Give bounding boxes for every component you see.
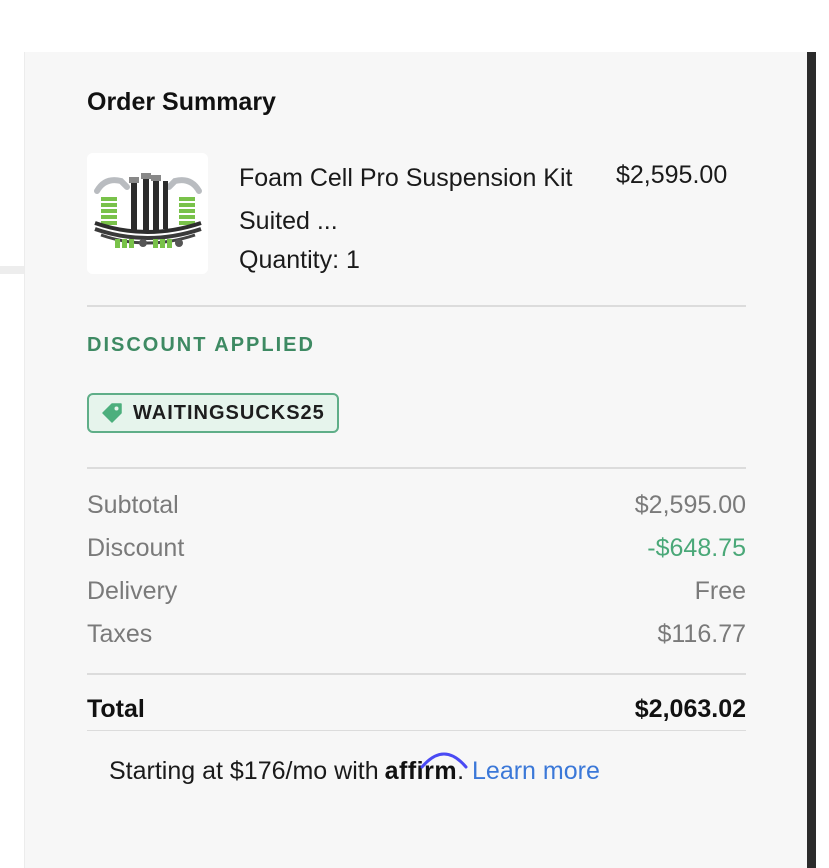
item-name: Foam Cell Pro Suspension Kit Suited ... xyxy=(239,164,573,235)
item-quantity: Quantity: 1 xyxy=(239,246,360,274)
discount-value: -$648.75 xyxy=(647,534,746,562)
divider xyxy=(87,305,746,307)
affirm-arc-icon xyxy=(420,752,468,769)
item-price: $2,595.00 xyxy=(616,161,728,189)
financing-message: Starting at $176/mo with affirm . Learn … xyxy=(109,752,600,786)
discount-row: Discount -$648.75 xyxy=(87,534,746,570)
total-row: Total $2,063.02 xyxy=(87,695,746,731)
tag-icon xyxy=(102,403,122,423)
subtotal-value: $2,595.00 xyxy=(634,491,746,519)
taxes-value: $116.77 xyxy=(657,620,746,648)
divider xyxy=(87,467,746,469)
suspension-kit-image xyxy=(87,153,208,274)
line-item: Foam Cell Pro Suspension Kit Suited ... … xyxy=(87,153,746,293)
affirm-logo: affirm xyxy=(385,752,468,786)
checkout-page: Order Summary Foam Cell Pro Suspension K… xyxy=(0,0,829,868)
divider xyxy=(87,730,746,731)
total-value: $2,063.02 xyxy=(634,695,746,723)
taxes-label: Taxes xyxy=(87,620,153,648)
subtotal-row: Subtotal $2,595.00 xyxy=(87,491,746,527)
coupon-badge[interactable]: WAITINGSUCKS25 xyxy=(87,393,339,433)
product-thumbnail[interactable] xyxy=(87,153,208,274)
taxes-row: Taxes $116.77 xyxy=(87,620,746,656)
order-summary-panel: Order Summary Foam Cell Pro Suspension K… xyxy=(24,52,807,868)
divider xyxy=(87,673,746,675)
coupon-code: WAITINGSUCKS25 xyxy=(133,401,325,424)
right-edge-border xyxy=(806,52,816,868)
discount-applied-heading: DISCOUNT APPLIED xyxy=(87,334,315,356)
order-summary-title: Order Summary xyxy=(87,88,276,116)
right-edge-gap xyxy=(816,52,829,868)
learn-more-link[interactable]: Learn more xyxy=(472,757,600,786)
delivery-value: Free xyxy=(694,577,746,605)
discount-label: Discount xyxy=(87,534,185,562)
left-divider xyxy=(0,266,24,274)
financing-prefix: Starting at $176/mo with xyxy=(109,757,379,785)
subtotal-label: Subtotal xyxy=(87,491,179,519)
total-label: Total xyxy=(87,695,145,723)
delivery-label: Delivery xyxy=(87,577,178,605)
delivery-row: Delivery Free xyxy=(87,577,746,613)
